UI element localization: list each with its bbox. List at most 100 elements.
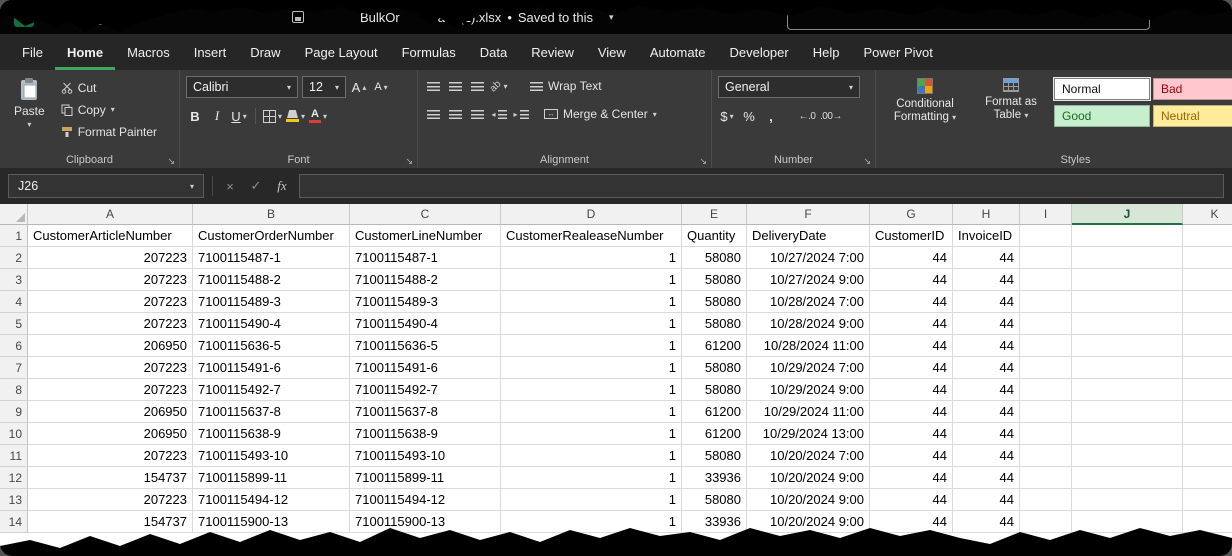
cell-D3[interactable]: 1 (501, 269, 682, 291)
cell-F3[interactable]: 10/27/2024 9:00 (747, 269, 870, 291)
cell-B1[interactable]: CustomerOrderNumber (193, 225, 350, 247)
cell-F7[interactable]: 10/29/2024 7:00 (747, 357, 870, 379)
paste-button[interactable]: Paste ▾ (6, 76, 53, 150)
cell-D6[interactable]: 1 (501, 335, 682, 357)
align-left-button[interactable] (424, 104, 442, 124)
cell-E3[interactable]: 58080 (682, 269, 747, 291)
cell-G13[interactable]: 44 (870, 489, 953, 511)
menu-tab-draw[interactable]: Draw (238, 34, 292, 70)
insert-function-button[interactable]: fx (273, 178, 291, 194)
number-dialog-launcher-icon[interactable]: ↘ (863, 156, 871, 166)
cell-I10[interactable] (1020, 423, 1072, 445)
cell-G5[interactable]: 44 (870, 313, 953, 335)
cell-J6[interactable] (1072, 335, 1183, 357)
menu-tab-data[interactable]: Data (468, 34, 519, 70)
cell-K12[interactable] (1183, 467, 1232, 489)
cell-G8[interactable]: 44 (870, 379, 953, 401)
cell-A4[interactable]: 207223 (28, 291, 193, 313)
cell-G4[interactable]: 44 (870, 291, 953, 313)
align-center-button[interactable] (446, 104, 464, 124)
formula-input[interactable] (299, 174, 1224, 198)
column-header-J[interactable]: J (1072, 204, 1183, 225)
cell-G12[interactable]: 44 (870, 467, 953, 489)
menu-tab-automate[interactable]: Automate (638, 34, 718, 70)
cell-F14[interactable]: 10/20/2024 9:00 (747, 511, 870, 533)
cell-H13[interactable]: 44 (953, 489, 1020, 511)
row-header-14[interactable]: 14 (0, 511, 28, 533)
cell-J3[interactable] (1072, 269, 1183, 291)
cell-B11[interactable]: 7100115493-10 (193, 445, 350, 467)
cell-H1[interactable]: InvoiceID (953, 225, 1020, 247)
menu-tab-view[interactable]: View (586, 34, 638, 70)
cell-A2[interactable]: 207223 (28, 247, 193, 269)
row-header-6[interactable]: 6 (0, 335, 28, 357)
fill-color-button[interactable]: ▾ (286, 106, 305, 126)
cell-K13[interactable] (1183, 489, 1232, 511)
cell-B8[interactable]: 7100115492-7 (193, 379, 350, 401)
cell-B7[interactable]: 7100115491-6 (193, 357, 350, 379)
excel-app-icon[interactable]: X (14, 7, 34, 27)
cell-I8[interactable] (1020, 379, 1072, 401)
cell-D9[interactable]: 1 (501, 401, 682, 423)
cell-A3[interactable]: 207223 (28, 269, 193, 291)
column-header-C[interactable]: C (350, 204, 501, 225)
cell-G14[interactable]: 44 (870, 511, 953, 533)
copy-button[interactable]: Copy ▾ (61, 100, 157, 119)
cell-F8[interactable]: 10/29/2024 9:00 (747, 379, 870, 401)
menu-tab-review[interactable]: Review (519, 34, 586, 70)
cell-F10[interactable]: 10/29/2024 13:00 (747, 423, 870, 445)
column-header-K[interactable]: K (1183, 204, 1232, 225)
save-icon[interactable] (292, 11, 304, 23)
menu-tab-power-pivot[interactable]: Power Pivot (851, 34, 944, 70)
cell-J8[interactable] (1072, 379, 1183, 401)
cell-I12[interactable] (1020, 467, 1072, 489)
percent-format-button[interactable]: % (740, 106, 758, 126)
cell-A6[interactable]: 206950 (28, 335, 193, 357)
italic-button[interactable]: I (208, 106, 226, 126)
increase-indent-button[interactable]: ▸ (512, 104, 530, 124)
cell-H14[interactable]: 44 (953, 511, 1020, 533)
cell-C4[interactable]: 7100115489-3 (350, 291, 501, 313)
font-dialog-launcher-icon[interactable]: ↘ (405, 156, 413, 166)
cell-A10[interactable]: 206950 (28, 423, 193, 445)
select-all-corner[interactable] (0, 204, 28, 225)
row-header-10[interactable]: 10 (0, 423, 28, 445)
row-header-7[interactable]: 7 (0, 357, 28, 379)
cell-H9[interactable]: 44 (953, 401, 1020, 423)
cell-C11[interactable]: 7100115493-10 (350, 445, 501, 467)
cell-C5[interactable]: 7100115490-4 (350, 313, 501, 335)
currency-format-button[interactable]: $▾ (718, 106, 736, 126)
cell-D13[interactable]: 1 (501, 489, 682, 511)
cell-I11[interactable] (1020, 445, 1072, 467)
cell-B5[interactable]: 7100115490-4 (193, 313, 350, 335)
cell-A1[interactable]: CustomerArticleNumber (28, 225, 193, 247)
cell-I1[interactable] (1020, 225, 1072, 247)
align-bottom-button[interactable] (468, 76, 486, 96)
align-right-button[interactable] (468, 104, 486, 124)
cell-K10[interactable] (1183, 423, 1232, 445)
column-header-D[interactable]: D (501, 204, 682, 225)
column-header-H[interactable]: H (953, 204, 1020, 225)
cell-I9[interactable] (1020, 401, 1072, 423)
autosave-toggle[interactable] (86, 10, 132, 25)
cell-H10[interactable]: 44 (953, 423, 1020, 445)
cell-A8[interactable]: 207223 (28, 379, 193, 401)
row-header-1[interactable]: 1 (0, 225, 28, 247)
cell-style-good[interactable]: Good (1054, 105, 1150, 127)
cell-E1[interactable]: Quantity (682, 225, 747, 247)
cell-E11[interactable]: 58080 (682, 445, 747, 467)
cell-F5[interactable]: 10/28/2024 9:00 (747, 313, 870, 335)
cell-D12[interactable]: 1 (501, 467, 682, 489)
cell-I13[interactable] (1020, 489, 1072, 511)
cell-style-neutral[interactable]: Neutral (1153, 105, 1232, 127)
cell-B6[interactable]: 7100115636-5 (193, 335, 350, 357)
cell-D5[interactable]: 1 (501, 313, 682, 335)
cell-K5[interactable] (1183, 313, 1232, 335)
cell-E12[interactable]: 33936 (682, 467, 747, 489)
font-family-select[interactable]: Calibri ▾ (186, 76, 298, 98)
cell-J13[interactable] (1072, 489, 1183, 511)
cell-C1[interactable]: CustomerLineNumber (350, 225, 501, 247)
cell-A13[interactable]: 207223 (28, 489, 193, 511)
cell-I6[interactable] (1020, 335, 1072, 357)
menu-tab-help[interactable]: Help (801, 34, 852, 70)
